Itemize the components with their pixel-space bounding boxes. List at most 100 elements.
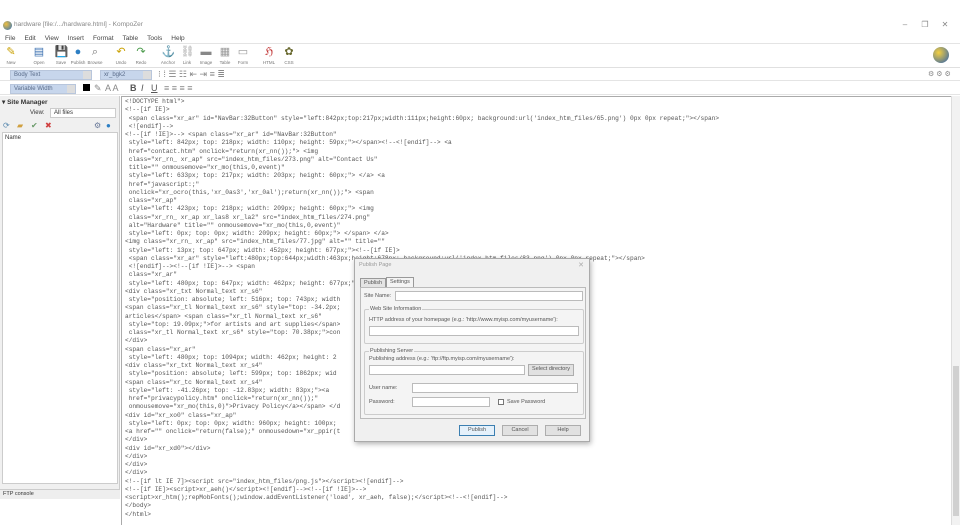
code-line[interactable]: <div id="xr_xd0"></div>	[125, 445, 719, 453]
code-line[interactable]: <!--[if lt IE 7]><script src="index_htm_…	[125, 478, 719, 486]
edit-site-icon[interactable]: ✔	[31, 121, 38, 130]
underline-button[interactable]: U	[151, 83, 158, 94]
code-line[interactable]: </html>	[125, 511, 719, 519]
menu-format[interactable]: Format	[93, 33, 114, 43]
password-label: Password:	[369, 399, 395, 405]
code-line[interactable]: </div>	[125, 469, 719, 477]
code-line[interactable]: style="left: 13px; top: 647px; width: 45…	[125, 247, 719, 255]
code-line[interactable]: <script>xr_htm();repMobFonts();window.ad…	[125, 494, 719, 502]
menu-insert[interactable]: Insert	[68, 33, 84, 43]
toolbar-label: HTML	[262, 60, 276, 65]
toolbar-html-button[interactable]: ℌ HTML	[258, 46, 280, 65]
class-select[interactable]: xr_bgk2	[100, 70, 152, 80]
code-line[interactable]: </body>	[125, 502, 719, 510]
code-line[interactable]: title="" onmousemove="xr_mo(this,0,event…	[125, 164, 719, 172]
maximize-button[interactable]: ❐	[918, 20, 932, 30]
code-line[interactable]: <span class="xr_ar" id="NavBar:32Button"…	[125, 115, 719, 123]
code-line[interactable]: </div>	[125, 453, 719, 461]
password-input[interactable]	[412, 397, 490, 407]
table-icon: ▦	[219, 46, 231, 58]
publishing-address-label: Publishing address (e.g.: 'ftp://ftp.myi…	[369, 356, 515, 362]
code-line[interactable]: alt="Hardware" title="" onmousemove="xr_…	[125, 222, 719, 230]
tab-settings[interactable]: Settings	[386, 277, 414, 287]
code-line[interactable]: style="left: 633px; top: 217px; width: 2…	[125, 172, 719, 180]
help-button[interactable]: Help	[545, 425, 581, 436]
name-column-header[interactable]: Name	[5, 135, 21, 141]
toolbar-redo-button[interactable]: ↷ Redo	[130, 46, 152, 65]
toolbar-browse-button[interactable]: ⌕ Browse	[84, 46, 106, 65]
bold-button[interactable]: B	[130, 83, 137, 94]
server-group-label: Publishing Server	[369, 348, 415, 354]
close-button[interactable]: ✕	[938, 20, 952, 30]
code-line[interactable]: class="xr_rn_ xr_ap" src="index_htm_file…	[125, 156, 719, 164]
undo-icon: ↶	[116, 46, 126, 58]
menu-help[interactable]: Help	[171, 33, 184, 43]
user-name-label: User name:	[369, 385, 398, 391]
menu-table[interactable]: Table	[123, 33, 139, 43]
code-line[interactable]: <!--[if IE]>	[125, 106, 719, 114]
code-line[interactable]: href="javascript:;"	[125, 181, 719, 189]
text-color-swatch[interactable]	[83, 84, 90, 91]
editor-scrollbar[interactable]	[951, 96, 960, 525]
code-line[interactable]: <!--[if !IE]>--> <span class="xr_ar" id=…	[125, 131, 719, 139]
cancel-button[interactable]: Cancel	[502, 425, 538, 436]
code-line[interactable]: <!--[if IE]><script>xr_aeh()</script><![…	[125, 486, 719, 494]
publishing-address-input[interactable]	[369, 365, 525, 375]
list-icons[interactable]: ⁝ ⁞ ☰ ☷ ⇤ ⇥ ≡ ≣	[158, 69, 225, 80]
tab-publish[interactable]: Publish	[360, 278, 387, 287]
menu-file[interactable]: File	[5, 33, 15, 43]
site-name-input[interactable]	[395, 291, 583, 301]
code-line[interactable]: class="xr_rn_ xr_ap xr_las8 xr_la2" src=…	[125, 214, 719, 222]
user-name-input[interactable]	[412, 383, 578, 393]
site-manager-header: ▾ Site Manager	[2, 99, 48, 106]
code-line[interactable]: style="left: 0px; top: 0px; width: 209px…	[125, 230, 719, 238]
toolbar-undo-button[interactable]: ↶ Undo	[110, 46, 132, 65]
code-line[interactable]: <!DOCTYPE html">	[125, 98, 719, 106]
globe-icon[interactable]: ●	[106, 121, 111, 130]
sidebar-toggle-icons[interactable]: ⚙ ⚙ ⚙	[928, 69, 951, 80]
dialog-close-button[interactable]: ✕	[578, 261, 584, 269]
toolbar-form-button[interactable]: ▭ Form	[232, 46, 254, 65]
select-directory-button[interactable]: Select directory	[528, 364, 574, 376]
code-line[interactable]: onclick="xr_ocro(this,'xr_0as3','xr_0al'…	[125, 189, 719, 197]
code-line[interactable]: <img class="xr_rn_ xr_ap" src="index_htm…	[125, 238, 719, 246]
code-line[interactable]: <![endif]-->	[125, 123, 719, 131]
code-line[interactable]: </div>	[125, 461, 719, 469]
code-line[interactable]: href="contact.htm" onclick="return(xr_nn…	[125, 148, 719, 156]
paragraph-format-select[interactable]: Body Text	[10, 70, 92, 80]
publish-button[interactable]: Publish	[459, 425, 495, 436]
toolbar-open-button[interactable]: ▤ Open	[28, 46, 50, 65]
view-label: View:	[30, 110, 45, 116]
delete-icon[interactable]: ✖	[45, 121, 52, 130]
publish-page-dialog: Publish Page ✕ Publish Settings Site Nam…	[354, 258, 590, 442]
new-folder-icon[interactable]: ▰	[17, 121, 23, 130]
highlight-icon[interactable]: ✎	[94, 83, 102, 94]
toolbar-new-button[interactable]: ✎ New	[0, 46, 22, 65]
minimize-button[interactable]: –	[898, 20, 912, 30]
toolbar-label: Undo	[115, 60, 127, 65]
code-line[interactable]: style="left: 423px; top: 218px; width: 2…	[125, 205, 719, 213]
font-select[interactable]: Variable Width	[10, 84, 76, 94]
refresh-icon[interactable]: ⟳	[3, 121, 10, 130]
ftp-console-title: FTP console	[0, 490, 120, 499]
menu-view[interactable]: View	[45, 33, 59, 43]
menu-edit[interactable]: Edit	[24, 33, 35, 43]
font-size-icons[interactable]: A A	[105, 83, 119, 94]
class-value: xr_bgk2	[104, 72, 126, 78]
code-line[interactable]: class="xr_ap"	[125, 197, 719, 205]
view-select[interactable]: All files	[50, 108, 116, 118]
site-settings-icon[interactable]: ⚙	[94, 121, 101, 130]
scrollbar-thumb[interactable]	[953, 366, 959, 516]
save-password-checkbox[interactable]	[498, 399, 504, 405]
code-line[interactable]: style="left: 842px; top: 218px; width: 1…	[125, 139, 719, 147]
toolbar-label: CSS	[284, 60, 294, 65]
align-icons[interactable]: ≡ ≡ ≡ ≡	[164, 83, 193, 94]
open-icon: ▤	[33, 46, 45, 58]
menu-tools[interactable]: Tools	[147, 33, 162, 43]
toolbar-label: Form	[237, 60, 249, 65]
toolbar-css-button[interactable]: ✿ CSS	[278, 46, 300, 65]
save-password-label: Save Password	[507, 399, 546, 405]
italic-button[interactable]: I	[141, 83, 144, 94]
http-address-input[interactable]	[369, 326, 579, 336]
site-file-list[interactable]: Name	[2, 132, 118, 484]
